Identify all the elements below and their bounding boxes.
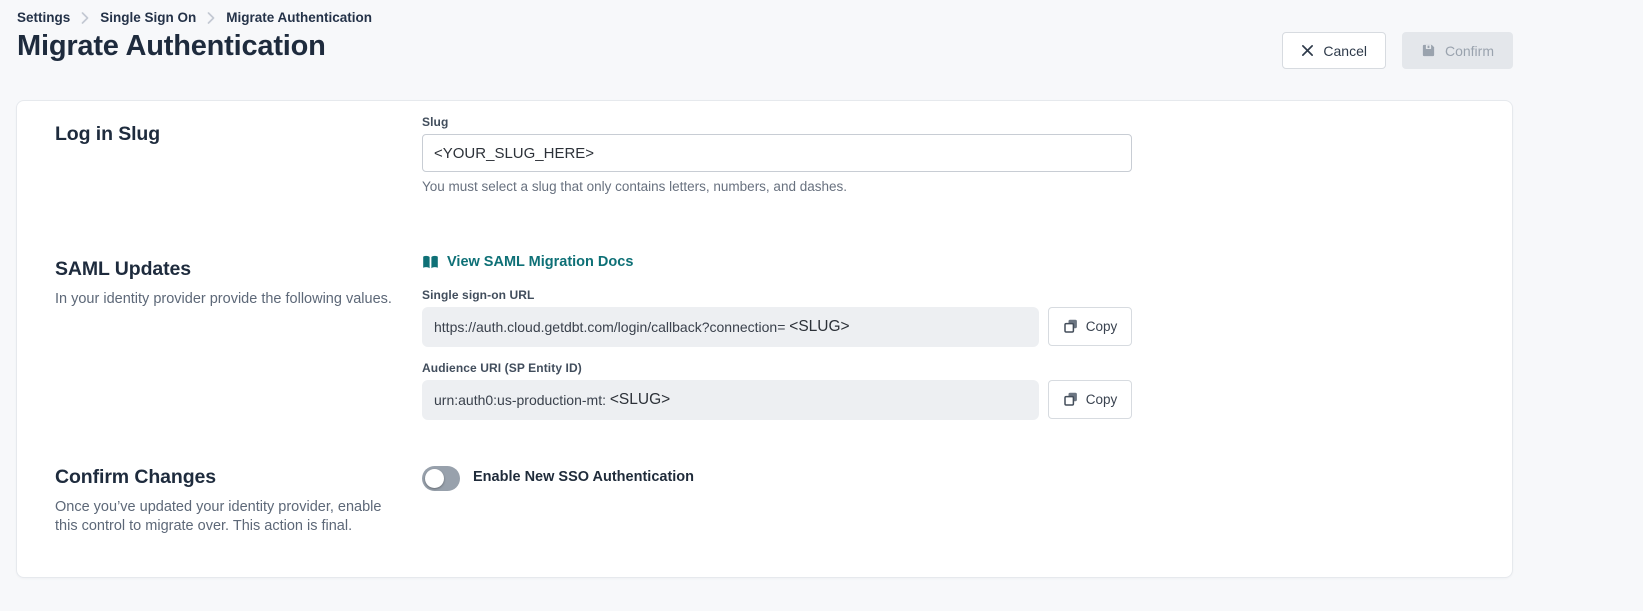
saml-updates-section: SAML Updates In your identity provider p… <box>55 250 1512 420</box>
login-slug-heading: Log in Slug <box>55 123 422 146</box>
sso-url-value: https://auth.cloud.getdbt.com/login/call… <box>434 319 789 335</box>
sso-url-label: Single sign-on URL <box>422 288 1132 302</box>
breadcrumb-settings[interactable]: Settings <box>17 10 70 25</box>
confirm-button[interactable]: Confirm <box>1402 32 1513 69</box>
confirm-button-label: Confirm <box>1445 43 1494 59</box>
page-title: Migrate Authentication <box>17 30 326 63</box>
audience-uri-value: urn:auth0:us-production-mt: <box>434 392 610 408</box>
x-icon <box>1301 44 1314 57</box>
toggle-knob <box>425 469 444 488</box>
copy-icon <box>1063 318 1079 334</box>
open-book-icon <box>422 255 439 270</box>
copy-sso-url-button[interactable]: Copy <box>1048 307 1132 346</box>
confirm-changes-heading: Confirm Changes <box>55 466 422 489</box>
docs-link-label: View SAML Migration Docs <box>447 254 633 270</box>
breadcrumb-single-sign-on[interactable]: Single Sign On <box>100 10 196 25</box>
cancel-button-label: Cancel <box>1323 43 1367 59</box>
saml-updates-description: In your identity provider provide the fo… <box>55 290 422 310</box>
slug-label: Slug <box>422 115 1132 129</box>
breadcrumb: Settings Single Sign On Migrate Authenti… <box>0 0 1643 25</box>
confirm-changes-section: Confirm Changes Once you’ve updated your… <box>55 458 1512 537</box>
slug-help-text: You must select a slug that only contain… <box>422 179 1132 194</box>
page-header: Migrate Authentication Cancel Confirm <box>0 25 1643 69</box>
login-slug-section: Log in Slug Slug You must select a slug … <box>55 115 1512 194</box>
slug-input[interactable] <box>422 134 1132 172</box>
view-saml-migration-docs-link[interactable]: View SAML Migration Docs <box>422 254 633 270</box>
chevron-right-icon <box>207 12 215 24</box>
copy-button-label: Copy <box>1086 392 1118 407</box>
cancel-button[interactable]: Cancel <box>1282 32 1386 69</box>
chevron-right-icon <box>81 12 89 24</box>
enable-sso-toggle-label: Enable New SSO Authentication <box>473 469 694 485</box>
enable-sso-toggle[interactable] <box>422 466 460 491</box>
sso-url-field: https://auth.cloud.getdbt.com/login/call… <box>422 307 1039 347</box>
audience-uri-field: urn:auth0:us-production-mt: <SLUG> <box>422 380 1039 420</box>
migrate-authentication-page: Settings Single Sign On Migrate Authenti… <box>0 0 1643 611</box>
audience-uri-label: Audience URI (SP Entity ID) <box>422 361 1132 375</box>
copy-audience-uri-button[interactable]: Copy <box>1048 380 1132 419</box>
copy-button-label: Copy <box>1086 319 1118 334</box>
save-floppy-icon <box>1421 43 1436 58</box>
sso-url-slug-token: <SLUG> <box>789 318 849 336</box>
migrate-authentication-card: Log in Slug Slug You must select a slug … <box>16 100 1513 578</box>
copy-icon <box>1063 391 1079 407</box>
audience-uri-slug-token: <SLUG> <box>610 391 670 409</box>
confirm-changes-description: Once you’ve updated your identity provid… <box>55 498 385 537</box>
header-actions: Cancel Confirm <box>1282 32 1513 69</box>
breadcrumb-current: Migrate Authentication <box>226 10 372 25</box>
saml-updates-heading: SAML Updates <box>55 258 422 281</box>
